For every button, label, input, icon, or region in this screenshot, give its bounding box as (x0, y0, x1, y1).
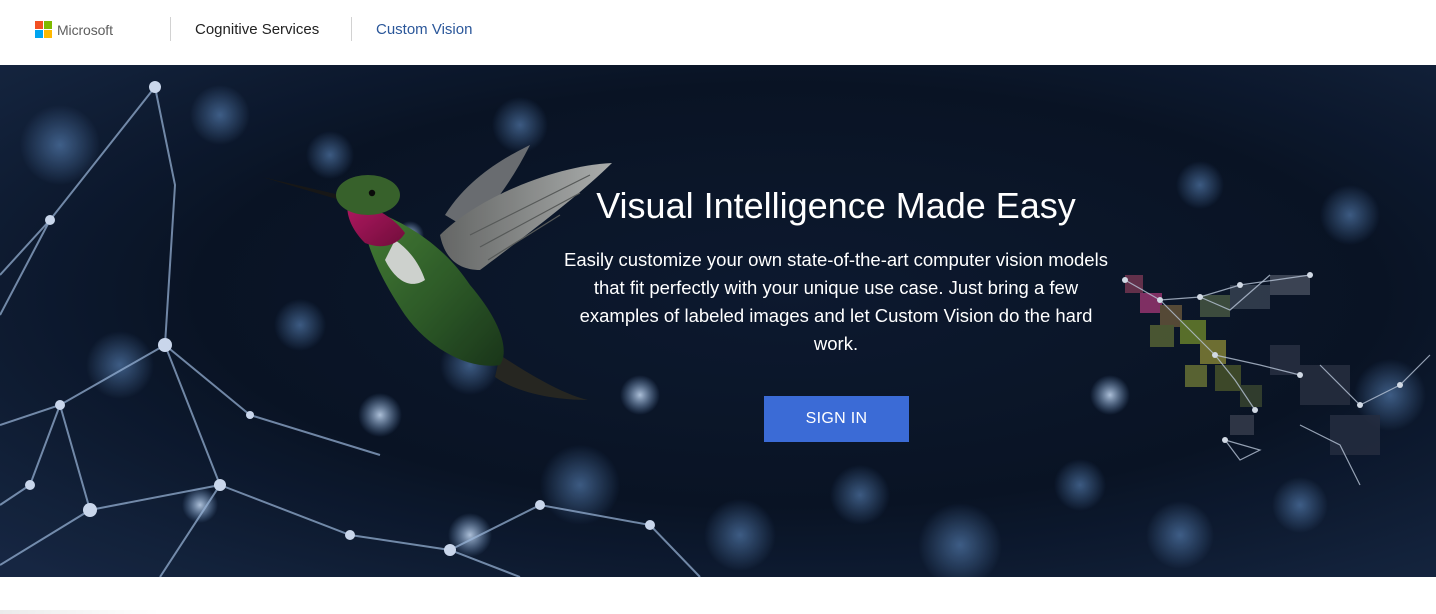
nav-cognitive-services[interactable]: Cognitive Services (195, 21, 319, 38)
card-shadow (0, 610, 160, 614)
header-divider (351, 17, 352, 41)
microsoft-logo-text: Microsoft (57, 21, 113, 38)
microsoft-logo-link[interactable]: Microsoft (35, 21, 113, 38)
microsoft-logo-icon (35, 21, 52, 38)
sign-in-button[interactable]: SIGN IN (764, 396, 909, 442)
hero-description: Easily customize your own state-of-the-a… (564, 249, 1108, 354)
top-navigation-bar: Microsoft Cognitive Services Custom Visi… (0, 0, 1436, 64)
hero-banner: Visual Intelligence Made Easy Easily cus… (0, 65, 1436, 577)
nav-custom-vision[interactable]: Custom Vision (376, 21, 472, 38)
logo-square-red (35, 21, 43, 29)
page-content-start (0, 577, 1436, 614)
logo-square-yellow (44, 30, 52, 38)
hero-title: Visual Intelligence Made Easy (596, 185, 1076, 226)
logo-square-blue (35, 30, 43, 38)
logo-square-green (44, 21, 52, 29)
header-divider (170, 17, 171, 41)
